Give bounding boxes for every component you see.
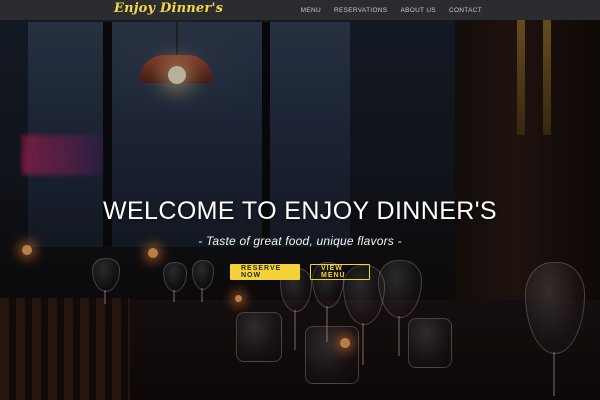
hero-title: WELCOME TO ENJOY DINNER'S bbox=[102, 197, 497, 225]
landing-page: Enjoy Dinner's MENU RESERVATIONS ABOUT U… bbox=[0, 0, 600, 400]
nav-link-menu[interactable]: MENU bbox=[301, 7, 321, 14]
nav-link-contact[interactable]: CONTACT bbox=[449, 7, 482, 14]
view-menu-button[interactable]: VIEW MENU bbox=[310, 264, 370, 280]
nav-links: MENU RESERVATIONS ABOUT US CONTACT bbox=[301, 0, 482, 20]
reserve-now-button[interactable]: RESERVE NOW bbox=[230, 264, 300, 280]
top-navbar: Enjoy Dinner's MENU RESERVATIONS ABOUT U… bbox=[0, 0, 600, 20]
hero-actions: RESERVE NOW VIEW MENU bbox=[0, 264, 600, 280]
nav-link-about-us[interactable]: ABOUT US bbox=[400, 7, 436, 14]
nav-link-reservations[interactable]: RESERVATIONS bbox=[334, 7, 387, 14]
hero-subtitle: - Taste of great food, unique flavors - bbox=[198, 234, 402, 248]
hero-content: WELCOME TO ENJOY DINNER'S - Taste of gre… bbox=[0, 197, 600, 248]
brand-logo[interactable]: Enjoy Dinner's bbox=[114, 1, 223, 16]
